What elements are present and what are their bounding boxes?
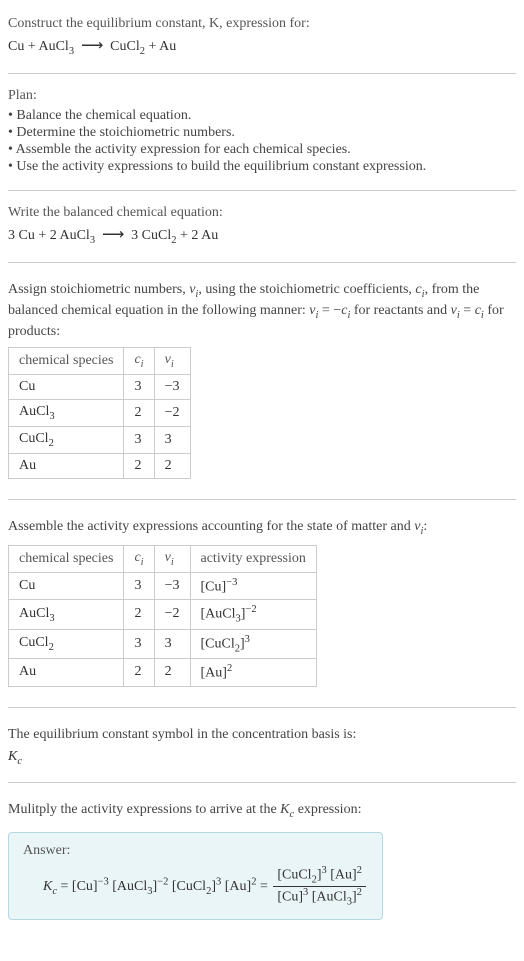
stoich-para: Assign stoichiometric numbers, νi, using… bbox=[8, 281, 516, 342]
cell-vi: −2 bbox=[154, 400, 190, 427]
cell-vi: 2 bbox=[154, 659, 190, 687]
kc-symbol-section: The equilibrium constant symbol in the c… bbox=[8, 714, 516, 777]
cell-species: CuCl2 bbox=[9, 427, 124, 454]
stoich-table: chemical species ci νi Cu 3 −3 AuCl3 2 −… bbox=[8, 347, 191, 478]
cell-ci: 3 bbox=[124, 572, 154, 600]
cell-species: Cu bbox=[9, 375, 124, 400]
cell-species: Au bbox=[9, 659, 124, 687]
table-row: CuCl2 3 3 [CuCl2]3 bbox=[9, 629, 317, 658]
divider bbox=[8, 190, 516, 191]
col-ci: ci bbox=[124, 545, 154, 572]
cell-vi: 3 bbox=[154, 629, 190, 658]
intro-section: Construct the equilibrium constant, K, e… bbox=[8, 8, 516, 67]
cell-ci: 3 bbox=[124, 427, 154, 454]
table-header-row: chemical species ci νi bbox=[9, 348, 191, 375]
kc-fraction: [CuCl2]3 [Au]2 [Cu]3 [AuCl3]2 bbox=[273, 865, 366, 907]
cell-ci: 2 bbox=[124, 600, 154, 629]
cell-ci: 3 bbox=[124, 629, 154, 658]
cell-ci: 2 bbox=[124, 659, 154, 687]
kc-symbol: Kc bbox=[8, 749, 516, 767]
table-header-row: chemical species ci νi activity expressi… bbox=[9, 545, 317, 572]
cell-species: Au bbox=[9, 453, 124, 478]
table-row: CuCl2 3 3 bbox=[9, 427, 191, 454]
final-para: Mulitply the activity expressions to arr… bbox=[8, 801, 516, 822]
cell-activity: [Au]2 bbox=[190, 659, 316, 687]
plan-heading: Plan: bbox=[8, 88, 516, 104]
cell-vi: 3 bbox=[154, 427, 190, 454]
divider bbox=[8, 499, 516, 500]
cell-ci: 2 bbox=[124, 400, 154, 427]
table-row: AuCl3 2 −2 bbox=[9, 400, 191, 427]
divider bbox=[8, 73, 516, 74]
plan-item: • Assemble the activity expression for e… bbox=[8, 142, 516, 158]
plan-item: • Use the activity expressions to build … bbox=[8, 159, 516, 175]
stoich-section: Assign stoichiometric numbers, νi, using… bbox=[8, 269, 516, 493]
activity-table: chemical species ci νi activity expressi… bbox=[8, 545, 317, 687]
final-section: Mulitply the activity expressions to arr… bbox=[8, 789, 516, 934]
kc-left: Kc = [Cu]−3 [AuCl3]−2 [CuCl2]3 [Au]2 = bbox=[43, 879, 271, 894]
divider bbox=[8, 782, 516, 783]
cell-species: CuCl2 bbox=[9, 629, 124, 658]
plan-item: • Balance the chemical equation. bbox=[8, 108, 516, 124]
answer-label: Answer: bbox=[23, 843, 368, 859]
col-vi: νi bbox=[154, 545, 190, 572]
cell-ci: 2 bbox=[124, 453, 154, 478]
col-activity: activity expression bbox=[190, 545, 316, 572]
cell-vi: −3 bbox=[154, 572, 190, 600]
answer-box: Answer: Kc = [Cu]−3 [AuCl3]−2 [CuCl2]3 [… bbox=[8, 832, 383, 920]
cell-vi: −2 bbox=[154, 600, 190, 629]
table-row: Cu 3 −3 [Cu]−3 bbox=[9, 572, 317, 600]
col-species: chemical species bbox=[9, 348, 124, 375]
cell-species: AuCl3 bbox=[9, 600, 124, 629]
col-species: chemical species bbox=[9, 545, 124, 572]
col-vi: νi bbox=[154, 348, 190, 375]
table-row: Au 2 2 [Au]2 bbox=[9, 659, 317, 687]
balanced-heading: Write the balanced chemical equation: bbox=[8, 205, 516, 221]
activity-section: Assemble the activity expressions accoun… bbox=[8, 506, 516, 701]
cell-vi: 2 bbox=[154, 453, 190, 478]
col-ci: ci bbox=[124, 348, 154, 375]
balanced-equation: 3 Cu + 2 AuCl3 ⟶ 3 CuCl2 + 2 Au bbox=[8, 225, 516, 246]
divider bbox=[8, 262, 516, 263]
cell-activity: [AuCl3]−2 bbox=[190, 600, 316, 629]
balanced-section: Write the balanced chemical equation: 3 … bbox=[8, 197, 516, 256]
intro-title: Construct the equilibrium constant, K, e… bbox=[8, 16, 516, 32]
cell-ci: 3 bbox=[124, 375, 154, 400]
kc-expression: Kc = [Cu]−3 [AuCl3]−2 [CuCl2]3 [Au]2 = [… bbox=[23, 865, 368, 907]
cell-activity: [Cu]−3 bbox=[190, 572, 316, 600]
table-row: AuCl3 2 −2 [AuCl3]−2 bbox=[9, 600, 317, 629]
divider bbox=[8, 707, 516, 708]
cell-species: AuCl3 bbox=[9, 400, 124, 427]
intro-equation: Cu + AuCl3 ⟶ CuCl2 + Au bbox=[8, 36, 516, 57]
table-row: Au 2 2 bbox=[9, 453, 191, 478]
plan-section: Plan: • Balance the chemical equation. •… bbox=[8, 80, 516, 184]
table-row: Cu 3 −3 bbox=[9, 375, 191, 400]
kc-symbol-para: The equilibrium constant symbol in the c… bbox=[8, 726, 516, 745]
cell-species: Cu bbox=[9, 572, 124, 600]
plan-item: • Determine the stoichiometric numbers. bbox=[8, 125, 516, 141]
kc-denominator: [Cu]3 [AuCl3]2 bbox=[273, 887, 366, 907]
cell-activity: [CuCl2]3 bbox=[190, 629, 316, 658]
kc-numerator: [CuCl2]3 [Au]2 bbox=[273, 865, 366, 886]
activity-para: Assemble the activity expressions accoun… bbox=[8, 518, 516, 539]
cell-vi: −3 bbox=[154, 375, 190, 400]
